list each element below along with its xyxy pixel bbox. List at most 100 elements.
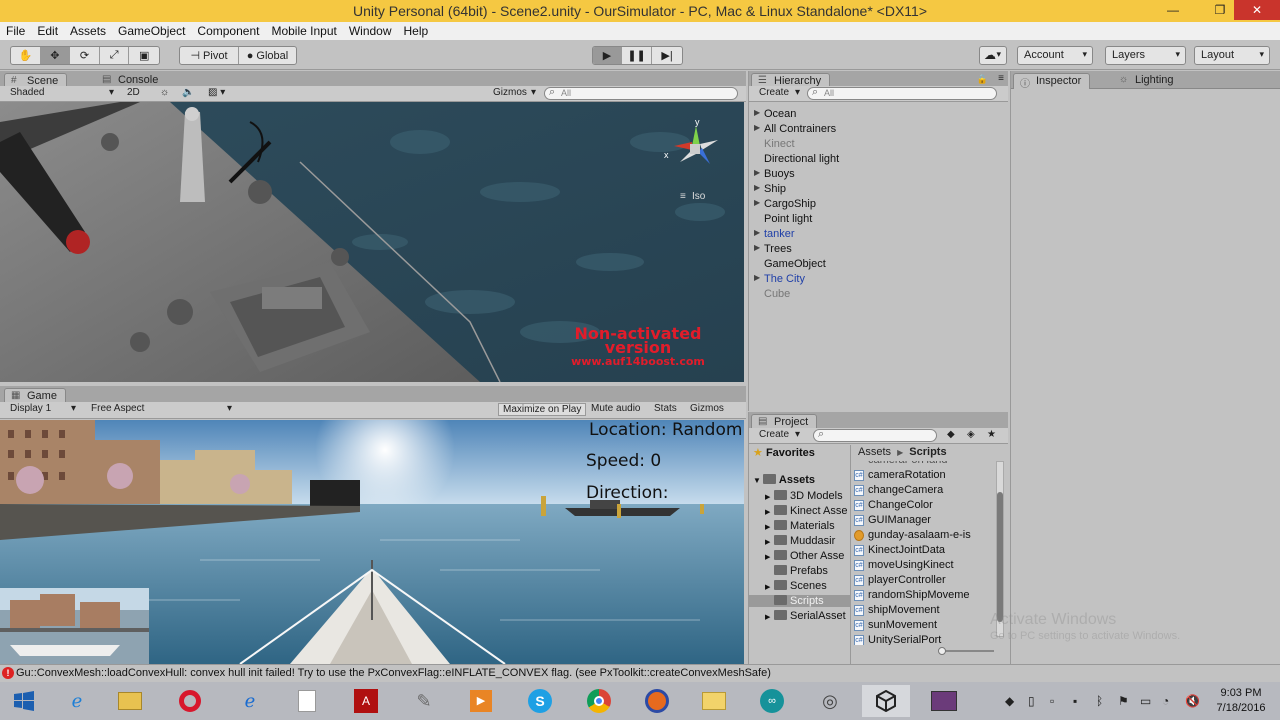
menu-assets[interactable]: Assets [64,22,112,38]
project-folder-item[interactable]: Scripts [749,595,851,607]
rect-tool-icon[interactable]: ▣ [129,47,159,64]
icon-size-slider-knob[interactable] [938,647,946,655]
folder-expand-icon[interactable]: ▶ [765,538,774,546]
hierarchy-item[interactable]: Directional light [764,153,839,165]
effects-toggle-icon[interactable]: ▨ ▾ [208,87,225,98]
folder-expand-icon[interactable]: ▶ [765,553,774,561]
display-dropdown[interactable]: Display 1 [10,403,51,414]
restore-button[interactable]: ❐ [1205,0,1235,20]
project-folder-item[interactable]: ▶ 3D Models [765,490,843,502]
script-item[interactable]: gunday-asalaam-e-is [854,529,971,541]
tray-onedrive-icon[interactable]: ▫ [1050,694,1054,708]
menu-window[interactable]: Window [343,22,398,38]
menu-file[interactable]: File [0,22,31,38]
game-viewport[interactable]: Location: Random Speed: 0 Direction: [0,420,744,664]
script-item[interactable]: c# randomShipMoveme [854,589,970,601]
toggle-2d[interactable]: 2D [127,87,140,98]
stats-toggle[interactable]: Stats [654,403,677,414]
rotate-tool-icon[interactable]: ⟳ [70,47,100,64]
expand-arrow-icon[interactable]: ▶ [754,183,760,192]
project-folder-item[interactable]: Prefabs [765,565,828,577]
project-folder-item[interactable]: ▶ Muddasir [765,535,835,547]
script-item-partial[interactable]: cameraForHand [868,461,947,466]
hand-tool-icon[interactable]: ✋ [11,47,41,64]
paint-icon[interactable]: ✎ [400,685,448,717]
hierarchy-item[interactable]: ▶ Ocean [754,108,796,120]
favorites-item[interactable]: ★ Favorites [753,446,815,459]
ie-pinned-icon[interactable]: ℯ [226,685,274,717]
hierarchy-item[interactable]: Kinect [764,138,795,150]
play-icon[interactable]: ▶ [593,47,623,64]
breadcrumb-assets[interactable]: Assets [858,446,891,458]
folder-icon[interactable] [690,685,738,717]
taskbar-clock[interactable]: 9:03 PM 7/18/2016 [1210,686,1272,716]
expand-arrow-icon[interactable]: ▶ [754,198,760,207]
hierarchy-item[interactable]: Cube [764,288,790,300]
pivot-button[interactable]: ⊣ Pivot [180,47,239,64]
hierarchy-item[interactable]: ▶ tanker [754,228,795,240]
script-item[interactable]: c# changeCamera [854,484,943,496]
global-button[interactable]: ● Global [239,47,296,64]
cortana-app-icon[interactable]: ◎ [806,685,854,717]
script-item[interactable]: c# UnitySerialPort [854,634,941,645]
assets-item[interactable]: ▼ Assets [753,474,815,486]
layers-dropdown[interactable]: Layers [1105,46,1186,65]
hierarchy-create-dropdown[interactable]: Create [759,87,789,98]
tray-bluetooth-icon[interactable]: ᛒ [1096,694,1103,708]
tray-battery-icon[interactable]: ▭ [1140,694,1151,708]
menu-help[interactable]: Help [398,22,435,38]
hierarchy-search-input[interactable]: All [807,86,997,100]
project-folder-item[interactable]: ▶ Other Asse [765,550,844,562]
maximize-on-play-toggle[interactable]: Maximize on Play [498,403,587,416]
breadcrumb-scripts[interactable]: Scripts [909,446,946,458]
projection-label[interactable]: Iso [692,191,705,202]
tray-security-icon[interactable]: ▪ [1073,694,1077,708]
tab-inspector[interactable]: ⓘ Inspector [1013,73,1091,90]
tray-wifi-icon[interactable]: ◔ [1162,694,1169,708]
hierarchy-item[interactable]: Point light [764,213,812,225]
audio-toggle-icon[interactable]: 🔈 [182,87,194,98]
script-item[interactable]: c# GUIManager [854,514,931,526]
expand-arrow-icon[interactable]: ▶ [754,273,760,282]
layout-dropdown[interactable]: Layout [1194,46,1270,65]
panel-menu-icon[interactable]: ≡ [998,73,1004,84]
tray-flag-icon[interactable]: ⚑ [1118,694,1129,708]
icon-size-slider[interactable] [938,647,994,655]
favorite-star-icon[interactable]: ★ [987,429,996,440]
acrobat-icon[interactable]: A [342,685,390,717]
project-scrollbar-thumb[interactable] [997,492,1003,622]
project-search-input[interactable] [813,428,937,442]
screen-recorder-icon[interactable] [920,685,968,717]
start-button-icon[interactable] [0,685,48,717]
blank-document-icon[interactable] [283,685,331,717]
file-explorer-icon[interactable] [106,685,154,717]
expand-arrow-icon[interactable]: ▶ [754,108,760,117]
internet-explorer-icon[interactable]: ℯ [53,685,101,717]
account-dropdown[interactable]: Account [1017,46,1093,65]
status-bar[interactable]: ! Gu::ConvexMesh::loadConvexHull: convex… [0,664,1280,682]
folder-expand-icon[interactable]: ▶ [765,493,774,501]
script-item[interactable]: c# moveUsingKinect [854,559,954,571]
expand-arrow-icon[interactable]: ▶ [754,123,760,132]
menu-component[interactable]: Component [191,22,265,38]
project-folder-item[interactable]: ▶ Scenes [765,580,827,592]
lock-icon[interactable]: 🔒 [977,74,988,85]
unity-icon[interactable] [862,685,910,717]
hierarchy-item[interactable]: ▶ Buoys [754,168,795,180]
lighting-toggle-icon[interactable]: ☼ [160,87,169,98]
hierarchy-item[interactable]: GameObject [764,258,826,270]
shading-dropdown[interactable]: Shaded [10,87,44,98]
menu-mobile-input[interactable]: Mobile Input [265,22,342,38]
firefox-icon[interactable] [633,685,681,717]
script-item[interactable]: c# ChangeColor [854,499,933,511]
hierarchy-item[interactable]: ▶ Ship [754,183,786,195]
script-item[interactable]: c# sunMovement [854,619,937,631]
project-create-dropdown[interactable]: Create [759,429,789,440]
expand-arrow-icon[interactable]: ▶ [754,228,760,237]
folder-expand-icon[interactable]: ▶ [765,508,774,516]
script-item[interactable]: c# shipMovement [854,604,940,616]
folder-expand-icon[interactable]: ▶ [765,613,774,621]
script-item[interactable]: c# playerController [854,574,946,586]
close-button[interactable]: ✕ [1234,0,1280,20]
scene-viewport[interactable]: y x ≡ Iso Non-activated version www.auf1… [0,102,744,382]
